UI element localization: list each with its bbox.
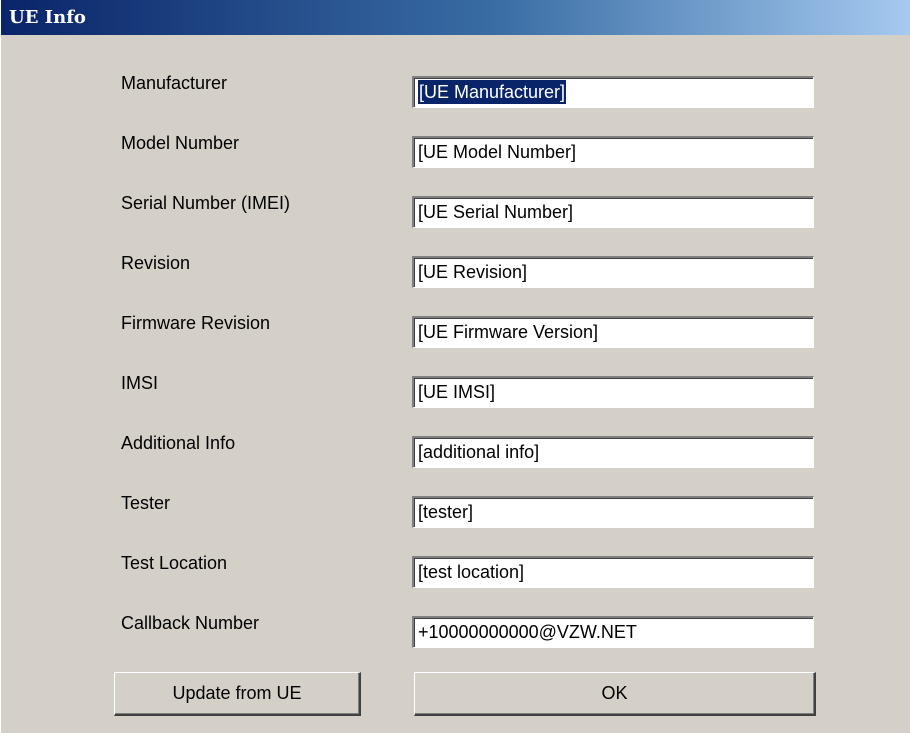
additional-info-field[interactable] xyxy=(412,436,814,468)
revision-field[interactable] xyxy=(412,256,814,288)
additional-info-label: Additional Info xyxy=(121,433,236,453)
test-location-field[interactable] xyxy=(412,556,814,588)
imsi-field[interactable] xyxy=(412,376,814,408)
revision-label: Revision xyxy=(121,253,191,273)
model-number-label: Model Number xyxy=(121,133,240,153)
callback-number-field[interactable] xyxy=(412,616,814,648)
serial-number-label: Serial Number (IMEI) xyxy=(121,193,291,213)
test-location-label: Test Location xyxy=(121,553,228,573)
tester-label: Tester xyxy=(121,493,171,513)
manufacturer-field[interactable] xyxy=(412,76,814,108)
firmware-revision-label: Firmware Revision xyxy=(121,313,271,333)
manufacturer-label: Manufacturer xyxy=(121,73,228,93)
tester-field[interactable] xyxy=(412,496,814,528)
model-number-field[interactable] xyxy=(412,136,814,168)
dialog-titlebar[interactable]: UE Info xyxy=(1,0,910,35)
firmware-revision-field[interactable] xyxy=(412,316,814,348)
callback-number-label: Callback Number xyxy=(121,613,260,633)
ok-button[interactable]: OK xyxy=(414,672,816,716)
imsi-label: IMSI xyxy=(121,373,159,393)
serial-number-field[interactable] xyxy=(412,196,814,228)
ue-info-dialog: UE Info Manufacturer [UE Manufacturer] M… xyxy=(0,0,910,733)
update-from-ue-button[interactable]: Update from UE xyxy=(114,672,361,716)
